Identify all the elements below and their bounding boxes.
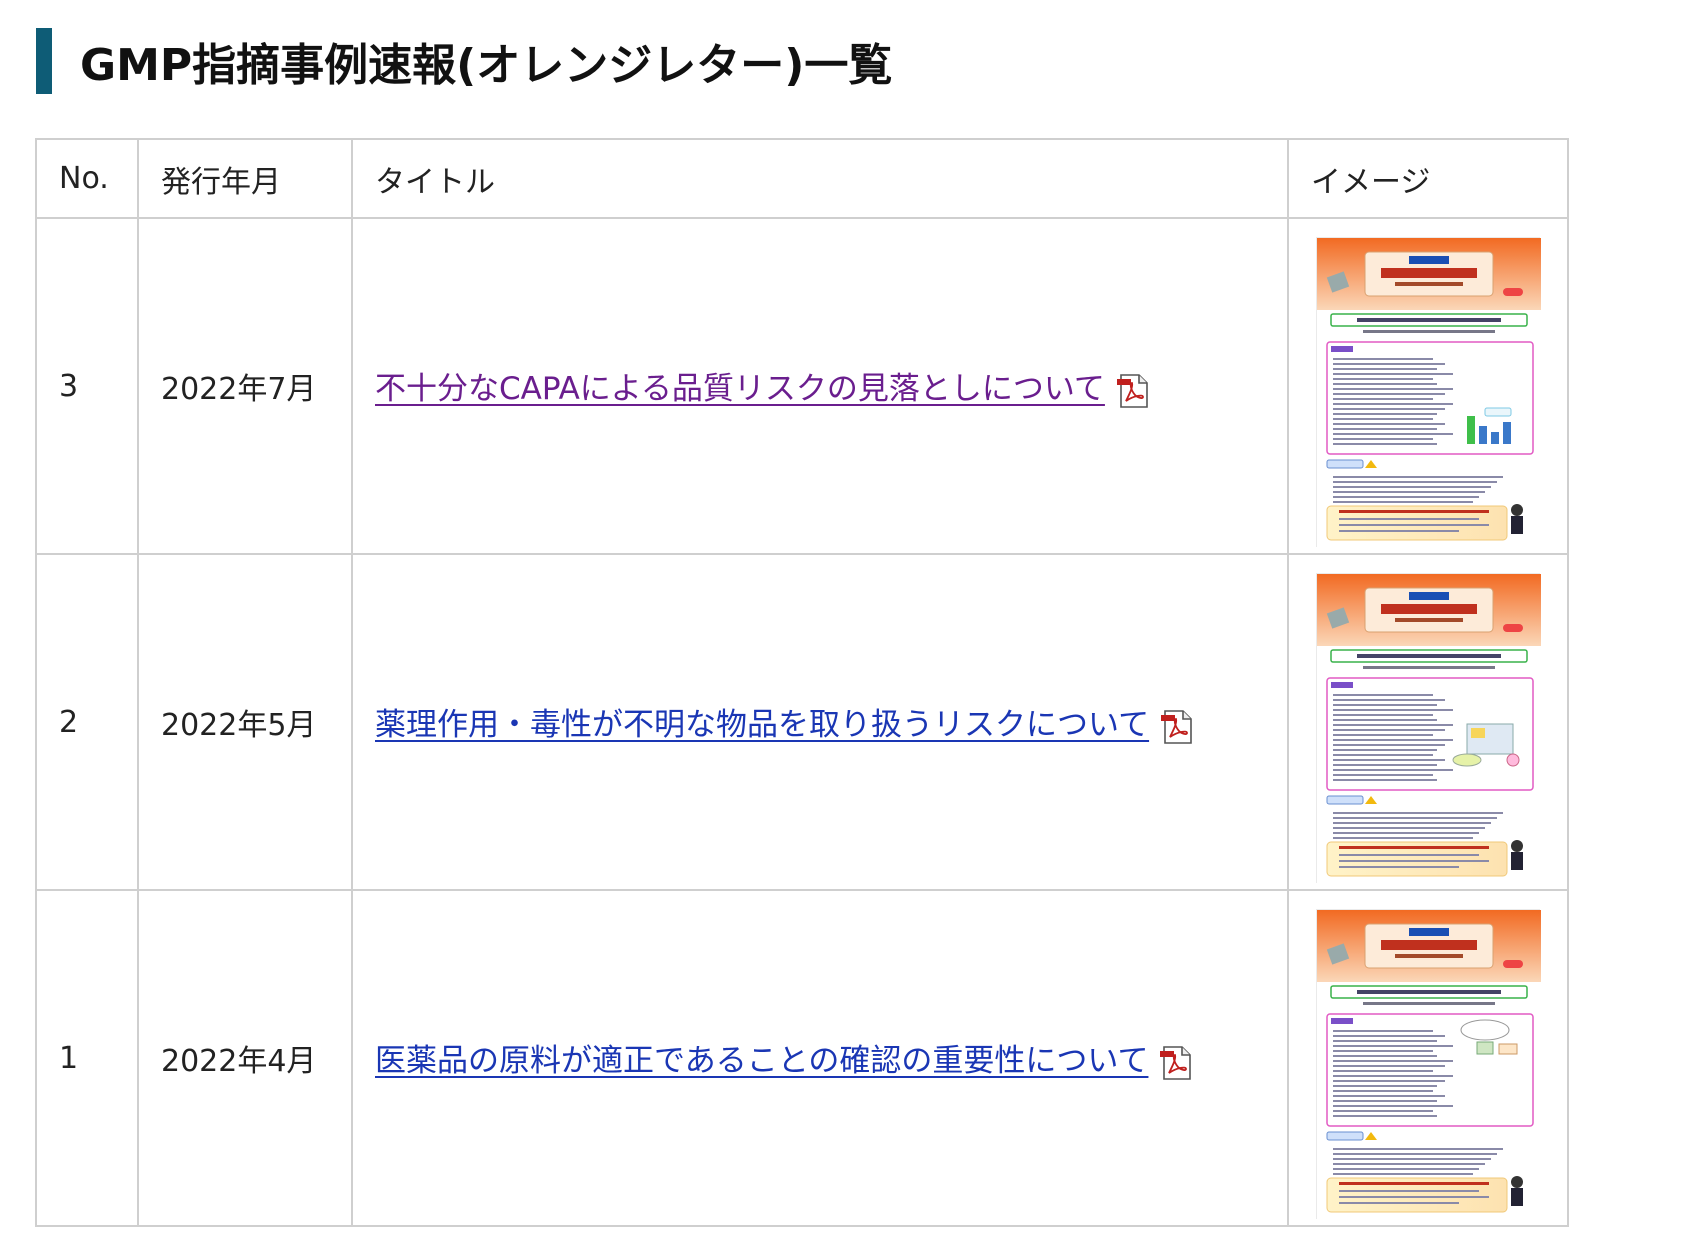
table-row: 3 2022年7月 不十分なCAPAによる品質リスクの見落としについて	[35, 217, 1569, 555]
cell-date: 2022年7月	[137, 217, 353, 555]
document-title-link[interactable]: 不十分なCAPAによる品質リスクの見落としについて	[375, 371, 1105, 407]
header-date: 発行年月	[137, 138, 353, 219]
table-row: 2 2022年5月 薬理作用・毒性が不明な物品を取り扱うリスクについて	[35, 553, 1569, 891]
header-image: イメージ	[1287, 138, 1569, 219]
cell-title: 医薬品の原料が適正であることの確認の重要性について	[351, 889, 1289, 1227]
header-no: No.	[35, 138, 139, 219]
cell-date: 2022年5月	[137, 553, 353, 891]
cell-no: 2	[35, 553, 139, 891]
cell-date: 2022年4月	[137, 889, 353, 1227]
cell-title: 不十分なCAPAによる品質リスクの見落としについて	[351, 217, 1289, 555]
orange-letter-thumbnail[interactable]	[1316, 573, 1541, 884]
orange-letter-thumbnail[interactable]	[1316, 237, 1541, 548]
orange-letter-table: No. 発行年月 タイトル イメージ 3 2022年7月 不十分なCAPAによる品質…	[35, 138, 1569, 1227]
table-header-row: No. 発行年月 タイトル イメージ	[35, 138, 1569, 219]
cell-image	[1287, 553, 1569, 891]
cell-no: 3	[35, 217, 139, 555]
orange-letter-thumbnail[interactable]	[1316, 909, 1541, 1220]
cell-image	[1287, 889, 1569, 1227]
cell-image	[1287, 217, 1569, 555]
heading-accent-bar	[36, 28, 52, 94]
pdf-icon[interactable]	[1159, 709, 1195, 745]
pdf-icon[interactable]	[1158, 1045, 1194, 1081]
page-title: GMP指摘事例速報(オレンジレター)一覧	[80, 40, 893, 91]
document-title-link[interactable]: 医薬品の原料が適正であることの確認の重要性について	[375, 1043, 1148, 1079]
document-title-link[interactable]: 薬理作用・毒性が不明な物品を取り扱うリスクについて	[375, 707, 1149, 743]
pdf-icon[interactable]	[1115, 373, 1151, 409]
cell-no: 1	[35, 889, 139, 1227]
cell-title: 薬理作用・毒性が不明な物品を取り扱うリスクについて	[351, 553, 1289, 891]
page-heading: GMP指摘事例速報(オレンジレター)一覧	[36, 28, 1236, 94]
header-title: タイトル	[351, 138, 1289, 219]
table-row: 1 2022年4月 医薬品の原料が適正であることの確認の重要性について	[35, 889, 1569, 1227]
